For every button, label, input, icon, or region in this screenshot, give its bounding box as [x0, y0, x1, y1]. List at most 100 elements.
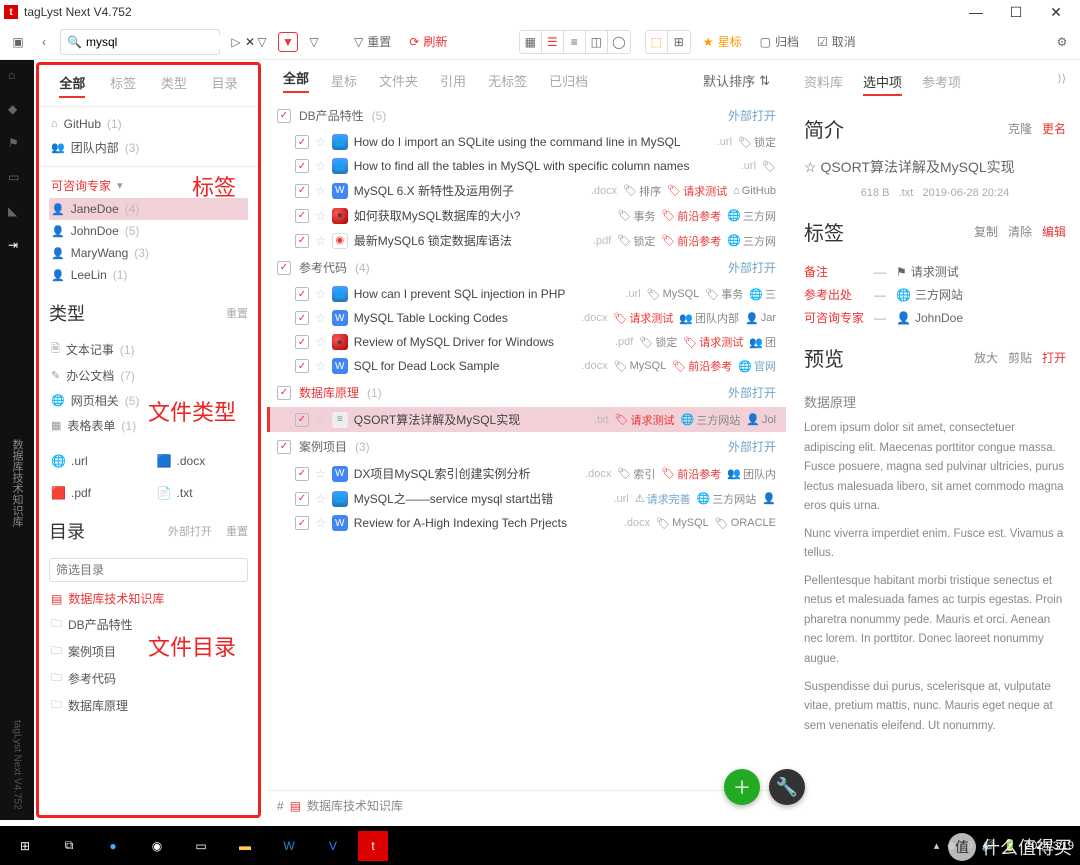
dir-reset[interactable]: 重置 — [226, 523, 248, 539]
row-checkbox[interactable] — [295, 467, 309, 481]
start-button[interactable]: ⊞ — [6, 831, 44, 861]
sidebar-item[interactable]: 👥团队内部(3) — [49, 135, 248, 160]
star-icon[interactable]: ☆ — [315, 209, 326, 223]
file-tag[interactable]: 👤Jar — [745, 312, 776, 325]
group-checkbox[interactable] — [277, 386, 291, 400]
tags-clear[interactable]: 清除 — [1008, 223, 1032, 240]
sidebar-tab-dir[interactable]: 目录 — [212, 73, 238, 98]
sidebar-type[interactable]: ▦表格表单(1) — [49, 413, 248, 438]
file-tag[interactable]: 🌐三 — [749, 286, 776, 302]
reset-button[interactable]: ▽重置 — [348, 31, 397, 52]
star-icon[interactable]: ☆ — [315, 184, 326, 198]
file-row[interactable]: ☆ W MySQL Table Locking Codes .docx 🏷请求测… — [267, 306, 786, 330]
file-tag[interactable]: 🏷请求测试 — [615, 412, 675, 428]
sidebar-person[interactable]: 👤MaryWang(3) — [49, 242, 248, 264]
sidebar-ext[interactable]: 🌐.url — [49, 450, 139, 472]
row-checkbox[interactable] — [295, 359, 309, 373]
file-tag[interactable]: 🏷前沿参考 — [661, 466, 721, 482]
group-external-open[interactable]: 外部打开 — [728, 259, 776, 276]
select-b-icon[interactable]: ⊞ — [668, 31, 690, 53]
group-external-open[interactable]: 外部打开 — [728, 384, 776, 401]
row-checkbox[interactable] — [295, 413, 309, 427]
sidebar-person[interactable]: 👤JohnDoe(5) — [49, 220, 248, 242]
file-tag[interactable]: 🏷请求测试 — [667, 183, 727, 199]
file-tag[interactable]: 🏷MySQL — [656, 517, 709, 530]
ctab-star[interactable]: 星标 — [331, 71, 357, 90]
file-tag[interactable]: 🏷ORACLE — [715, 517, 776, 530]
sidebar-type[interactable]: ✎办公文档(7) — [49, 363, 248, 388]
row-checkbox[interactable] — [295, 287, 309, 301]
sidebar-ext[interactable]: 📄.txt — [155, 482, 245, 504]
tags-copy[interactable]: 复制 — [974, 223, 998, 240]
file-tag[interactable]: 👤Jol — [746, 413, 776, 426]
file-row[interactable]: ☆ W MySQL 6.X 新特性及运用例子 .docx 🏷排序🏷请求测试⌂Gi… — [267, 178, 786, 203]
sidebar-ext[interactable]: 🟦.docx — [155, 450, 245, 472]
star-icon[interactable]: ☆ — [315, 516, 326, 530]
row-checkbox[interactable] — [295, 184, 309, 198]
group-external-open[interactable]: 外部打开 — [728, 438, 776, 455]
select-a-icon[interactable]: ⬚ — [646, 31, 668, 53]
group-checkbox[interactable] — [277, 440, 291, 454]
ctab-all[interactable]: 全部 — [283, 68, 309, 93]
sidebar-tab-all[interactable]: 全部 — [59, 73, 85, 98]
back-icon[interactable]: ‹ — [34, 32, 54, 52]
app-terminal[interactable]: ▭ — [182, 831, 220, 861]
sidebar-type[interactable]: 🗎文本记事(1) — [49, 336, 248, 363]
file-row[interactable]: ☆ W SQL for Dead Lock Sample .docx 🏷MySQ… — [267, 354, 786, 378]
rail-flag-icon[interactable]: ⚑ — [8, 136, 26, 154]
group-header[interactable]: 案例项目(3) 外部打开 — [267, 432, 786, 461]
search-mode-icon[interactable]: ▷ — [226, 32, 246, 52]
expert-section[interactable]: 可咨询专家▾ — [49, 173, 248, 198]
file-tag[interactable]: 🏷MySQL — [647, 288, 700, 301]
app-chrome-colored[interactable]: ● — [94, 831, 132, 861]
view-list-icon[interactable]: ☰ — [542, 31, 564, 53]
row-checkbox[interactable] — [295, 335, 309, 349]
star-icon[interactable]: ☆ — [315, 359, 326, 373]
file-tag[interactable]: 🏷索引 — [617, 466, 655, 482]
row-checkbox[interactable] — [295, 311, 309, 325]
dtab-library[interactable]: 资料库 — [804, 72, 843, 96]
file-tag[interactable]: 🏷锁定 — [639, 334, 677, 350]
collapse-icon[interactable]: ⟩⟩ — [1057, 72, 1066, 96]
file-row[interactable]: ☆ 🌐 How to find all the tables in MySQL … — [267, 154, 786, 178]
star-icon[interactable]: ☆ — [315, 287, 326, 301]
file-tag[interactable]: 👥团队内 — [727, 466, 776, 482]
file-row[interactable]: ☆ ◉ 最新MySQL6 锁定数据库语法 .pdf 🏷锁定🏷前沿参考🌐三方网 — [267, 228, 786, 253]
file-tag[interactable]: 🏷锁定 — [738, 134, 776, 150]
sidebar-item[interactable]: ⌂GitHub(1) — [49, 113, 248, 135]
app-taglyst[interactable]: t — [358, 831, 388, 861]
sort-dropdown[interactable]: 默认排序 ⇅ — [703, 71, 770, 90]
fab-add[interactable]: ＋ — [724, 769, 760, 805]
star-icon[interactable]: ☆ — [315, 467, 326, 481]
file-tag[interactable]: 🏷前沿参考 — [661, 208, 721, 224]
file-tag[interactable]: 🏷事务 — [617, 208, 655, 224]
app-explorer[interactable]: ▬ — [226, 831, 264, 861]
app-chrome[interactable]: ◉ — [138, 831, 176, 861]
filter-active-icon[interactable]: ▼ — [278, 32, 298, 52]
app-word[interactable]: W — [270, 831, 308, 861]
rail-book-icon[interactable]: ▭ — [8, 170, 26, 188]
view-chart-icon[interactable]: ◫ — [586, 31, 608, 53]
group-header[interactable]: 参考代码(4) 外部打开 — [267, 253, 786, 282]
file-tag[interactable]: 🌐三方网站 — [697, 491, 757, 507]
dir-root[interactable]: ▤数据库技术知识库 — [49, 586, 248, 611]
row-checkbox[interactable] — [295, 234, 309, 248]
refresh-button[interactable]: ⟳刷新 — [403, 31, 453, 52]
group-header[interactable]: 数据库原理(1) 外部打开 — [267, 378, 786, 407]
dtab-selected[interactable]: 选中项 — [863, 72, 902, 96]
file-tag[interactable]: 🏷MySQL — [614, 360, 667, 373]
group-header[interactable]: DB产品特性(5) 外部打开 — [267, 101, 786, 130]
file-tag[interactable]: 🏷 — [762, 160, 776, 173]
file-tag[interactable]: 🏷事务 — [705, 286, 743, 302]
close-button[interactable]: ✕ — [1036, 0, 1076, 24]
sidebar-person[interactable]: 👤LeeLin(1) — [49, 264, 248, 286]
ctab-ref[interactable]: 引用 — [440, 71, 466, 90]
panel-toggle-icon[interactable]: ▣ — [8, 32, 28, 52]
file-tag[interactable]: ⚠请求完善 — [635, 491, 691, 507]
file-tag[interactable]: 🌐三方网 — [727, 233, 776, 249]
rail-tag-icon[interactable]: ◣ — [8, 204, 26, 222]
file-tag[interactable]: 🌐三方网站 — [681, 412, 741, 428]
file-tag[interactable]: 👥团队内部 — [679, 310, 739, 326]
settings-icon[interactable]: ⚙ — [1052, 32, 1072, 52]
minimize-button[interactable]: — — [956, 0, 996, 24]
